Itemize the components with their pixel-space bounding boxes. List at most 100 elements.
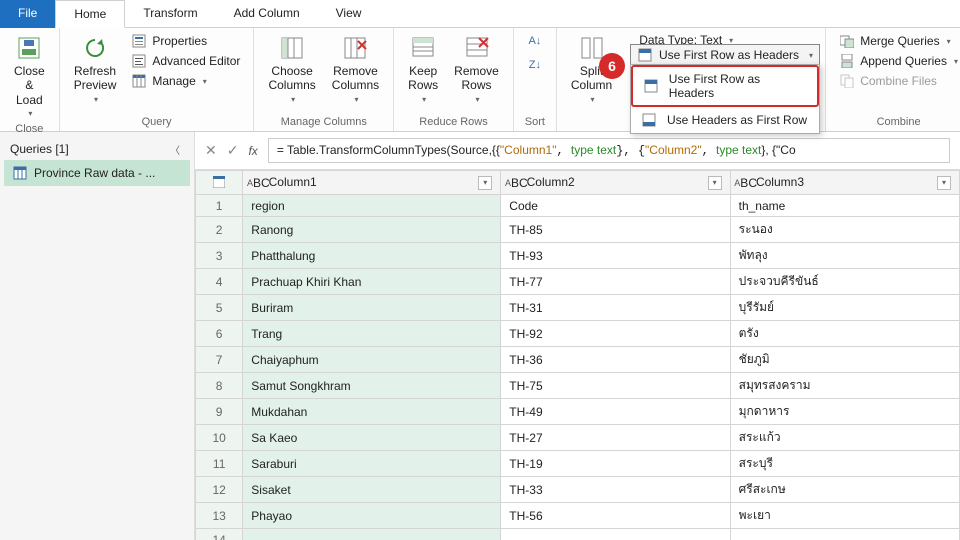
col-header-2[interactable]: ABC Column2▾ <box>501 171 730 195</box>
table-row[interactable]: 12 Sisaket TH-33 ศรีสะเกษ <box>196 477 960 503</box>
cell-col1[interactable]: Chaiyaphum <box>243 347 501 373</box>
cell-col1[interactable]: region <box>243 195 501 217</box>
row-number: 7 <box>196 347 243 373</box>
row-number: 11 <box>196 451 243 477</box>
sort-asc-button[interactable]: A↓ <box>524 32 546 50</box>
cell-col3[interactable]: th_name <box>730 195 959 217</box>
cell-col3[interactable]: ตรัง <box>730 321 959 347</box>
cell-col3[interactable]: พัทลุง <box>730 243 959 269</box>
tab-view[interactable]: View <box>318 0 380 28</box>
keep-rows-button[interactable]: Keep Rows▾ <box>404 32 442 106</box>
headers-dropdown: Use First Row as Headers Use Headers as … <box>630 64 820 134</box>
cell-col1[interactable]: Saraburi <box>243 451 501 477</box>
filter-icon[interactable]: ▾ <box>478 176 492 190</box>
filter-icon[interactable]: ▾ <box>708 176 722 190</box>
cell-col1[interactable]: Sa Kaeo <box>243 425 501 451</box>
tab-add-column[interactable]: Add Column <box>216 0 318 28</box>
cell-col2[interactable]: TH-27 <box>501 425 730 451</box>
cell-col1[interactable] <box>243 529 501 540</box>
cell-col3[interactable]: สระบุรี <box>730 451 959 477</box>
cell-col2[interactable]: TH-19 <box>501 451 730 477</box>
cell-col2[interactable]: TH-92 <box>501 321 730 347</box>
cell-col2[interactable]: TH-31 <box>501 295 730 321</box>
refresh-preview-button[interactable]: Refresh Preview▾ <box>70 32 121 106</box>
group-manage-columns: Choose Columns▾ Remove Columns▾ Manage C… <box>254 28 394 131</box>
combine-files-button[interactable]: Combine Files <box>836 72 960 90</box>
advanced-editor-button[interactable]: Advanced Editor <box>128 52 243 70</box>
manage-button[interactable]: Manage▾ <box>128 72 243 90</box>
cell-col3[interactable]: มุกดาหาร <box>730 399 959 425</box>
table-row[interactable]: 9 Mukdahan TH-49 มุกดาหาร <box>196 399 960 425</box>
data-grid[interactable]: ABC Column1▾ ABC Column2▾ ABC Column3▾ 1… <box>195 170 960 540</box>
merge-queries-button[interactable]: Merge Queries▾ <box>836 32 960 50</box>
cell-col2[interactable]: Code <box>501 195 730 217</box>
cell-col3[interactable]: ประจวบคีรีขันธ์ <box>730 269 959 295</box>
collapse-icon[interactable]: 〈 <box>170 142 184 156</box>
cell-col2[interactable]: TH-33 <box>501 477 730 503</box>
formula-input[interactable]: = Table.TransformColumnTypes(Source,{{"C… <box>268 138 950 163</box>
cell-col3[interactable]: ศรีสะเกษ <box>730 477 959 503</box>
row-number: 13 <box>196 503 243 529</box>
table-row[interactable]: 10 Sa Kaeo TH-27 สระแก้ว <box>196 425 960 451</box>
choose-columns-button[interactable]: Choose Columns▾ <box>264 32 319 106</box>
table-row[interactable]: 7 Chaiyaphum TH-36 ชัยภูมิ <box>196 347 960 373</box>
cell-col1[interactable]: Samut Songkhram <box>243 373 501 399</box>
group-combine: Merge Queries▾ Append Queries▾ Combine F… <box>826 28 960 131</box>
merge-label: Merge Queries <box>860 34 939 48</box>
properties-button[interactable]: Properties <box>128 32 243 50</box>
cell-col2[interactable]: TH-93 <box>501 243 730 269</box>
sort-desc-button[interactable]: Z↓ <box>524 56 546 74</box>
cell-col2[interactable]: TH-85 <box>501 217 730 243</box>
cell-col1[interactable]: Phatthalung <box>243 243 501 269</box>
table-row[interactable]: 2 Ranong TH-85 ระนอง <box>196 217 960 243</box>
cell-col3[interactable]: บุรีรัมย์ <box>730 295 959 321</box>
remove-columns-button[interactable]: Remove Columns▾ <box>328 32 383 106</box>
table-row[interactable]: 5 Buriram TH-31 บุรีรัมย์ <box>196 295 960 321</box>
cell-col2[interactable] <box>501 529 730 540</box>
cell-col3[interactable]: ระนอง <box>730 217 959 243</box>
dropdown-use-headers-as-first[interactable]: Use Headers as First Row <box>631 107 819 133</box>
cell-col3[interactable]: สระแก้ว <box>730 425 959 451</box>
cell-col1[interactable]: Ranong <box>243 217 501 243</box>
table-row[interactable]: 14 <box>196 529 960 540</box>
remove-rows-button[interactable]: Remove Rows▾ <box>450 32 503 106</box>
col-header-3[interactable]: ABC Column3▾ <box>730 171 959 195</box>
tab-transform[interactable]: Transform <box>125 0 215 28</box>
cell-col2[interactable]: TH-56 <box>501 503 730 529</box>
table-row[interactable]: 6 Trang TH-92 ตรัง <box>196 321 960 347</box>
cell-col1[interactable]: Mukdahan <box>243 399 501 425</box>
cell-col1[interactable]: Phayao <box>243 503 501 529</box>
cell-col1[interactable]: Trang <box>243 321 501 347</box>
cell-col1[interactable]: Buriram <box>243 295 501 321</box>
append-queries-button[interactable]: Append Queries▾ <box>836 52 960 70</box>
row-header-corner[interactable] <box>196 171 243 195</box>
close-and-load-button[interactable]: Close & Load▾ <box>10 32 49 121</box>
table-row[interactable]: 13 Phayao TH-56 พะเยา <box>196 503 960 529</box>
table-row[interactable]: 4 Prachuap Khiri Khan TH-77 ประจวบคีรีขั… <box>196 269 960 295</box>
use-first-row-trigger[interactable]: Use First Row as Headers ▾ <box>630 44 820 66</box>
cell-col3[interactable]: พะเยา <box>730 503 959 529</box>
dropdown-use-first-row[interactable]: Use First Row as Headers <box>631 65 819 107</box>
cell-col2[interactable]: TH-36 <box>501 347 730 373</box>
cell-col3[interactable] <box>730 529 959 540</box>
table-row[interactable]: 8 Samut Songkhram TH-75 สมุทรสงคราม <box>196 373 960 399</box>
filter-icon[interactable]: ▾ <box>937 176 951 190</box>
tab-home[interactable]: Home <box>55 0 125 28</box>
col-header-1[interactable]: ABC Column1▾ <box>243 171 501 195</box>
cell-col2[interactable]: TH-75 <box>501 373 730 399</box>
accept-formula-icon[interactable]: ✓ <box>227 142 239 159</box>
cell-col3[interactable]: สมุทรสงคราม <box>730 373 959 399</box>
group-rows-label: Reduce Rows <box>404 114 503 129</box>
row-number: 8 <box>196 373 243 399</box>
table-row[interactable]: 1 region Code th_name <box>196 195 960 217</box>
table-row[interactable]: 11 Saraburi TH-19 สระบุรี <box>196 451 960 477</box>
tab-file[interactable]: File <box>0 0 55 28</box>
query-item[interactable]: Province Raw data - ... <box>4 160 190 186</box>
cell-col2[interactable]: TH-49 <box>501 399 730 425</box>
cell-col1[interactable]: Sisaket <box>243 477 501 503</box>
cell-col1[interactable]: Prachuap Khiri Khan <box>243 269 501 295</box>
cell-col3[interactable]: ชัยภูมิ <box>730 347 959 373</box>
cell-col2[interactable]: TH-77 <box>501 269 730 295</box>
table-row[interactable]: 3 Phatthalung TH-93 พัทลุง <box>196 243 960 269</box>
cancel-formula-icon[interactable]: ✕ <box>205 142 217 159</box>
